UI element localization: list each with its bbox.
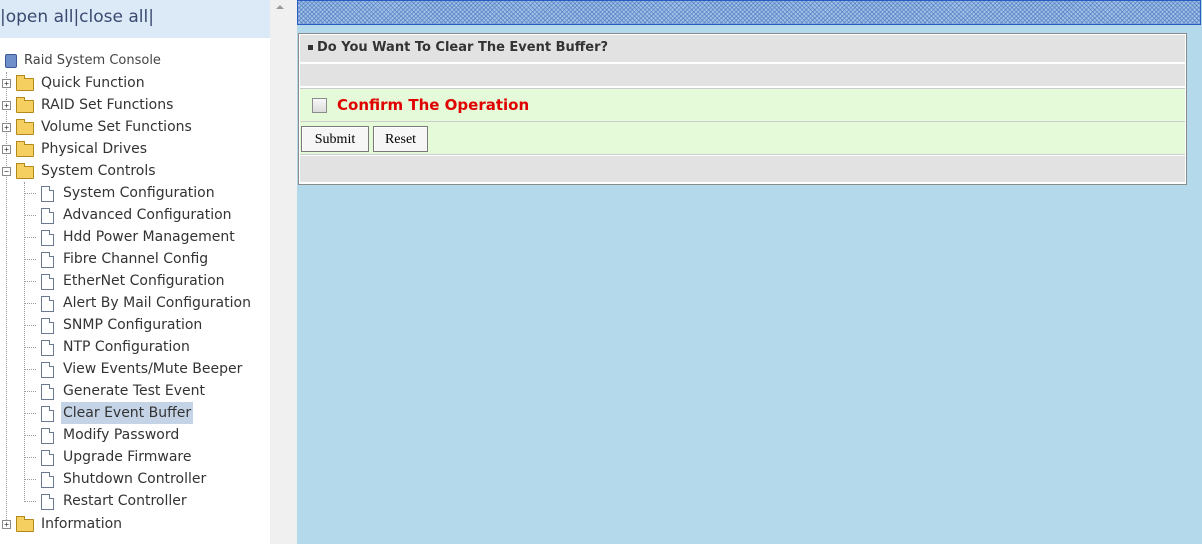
folder-icon (16, 75, 34, 91)
content-header-bar (297, 0, 1201, 25)
tree-item-label[interactable]: Generate Test Event (61, 380, 207, 402)
page-icon (41, 318, 54, 334)
reset-button[interactable]: Reset (373, 126, 428, 152)
confirm-label: Confirm The Operation (337, 96, 530, 114)
button-row: Submit Reset (300, 122, 1185, 155)
content-pane: Do You Want To Clear The Event Buffer? C… (297, 0, 1202, 544)
tree-item-label[interactable]: Volume Set Functions (39, 116, 194, 138)
confirm-checkbox[interactable] (312, 98, 327, 113)
tree-scrollbar[interactable] (270, 0, 297, 544)
page-icon (41, 252, 54, 268)
navigation-tree-pane: |open all|close all| Raid System Console… (0, 0, 270, 544)
page-icon (41, 450, 54, 466)
expand-icon[interactable]: + (2, 79, 11, 88)
page-icon (41, 296, 54, 312)
tree-item-label[interactable]: Alert By Mail Configuration (61, 292, 253, 314)
tree-item-label[interactable]: View Events/Mute Beeper (61, 358, 244, 380)
expand-icon[interactable]: + (2, 101, 11, 110)
page-icon (41, 362, 54, 378)
tree-item-label[interactable]: Advanced Configuration (61, 204, 234, 226)
panel-title: Do You Want To Clear The Event Buffer? (308, 35, 608, 61)
collapse-icon[interactable]: − (2, 167, 11, 176)
spacer-row (300, 64, 1185, 86)
tree-item-label[interactable]: RAID Set Functions (39, 94, 175, 116)
submit-button[interactable]: Submit (301, 126, 369, 152)
tree-item-label[interactable]: System Configuration (61, 182, 217, 204)
tree-item-label[interactable]: Shutdown Controller (61, 468, 208, 490)
tree-item-label[interactable]: Information (39, 513, 124, 535)
page-icon (41, 428, 54, 444)
folder-icon (16, 516, 34, 532)
scroll-up-arrow-icon[interactable] (276, 5, 284, 9)
folder-icon (16, 119, 34, 135)
expand-icon[interactable]: + (2, 123, 11, 132)
page-icon (41, 472, 54, 488)
page-icon (41, 186, 54, 202)
page-icon (41, 274, 54, 290)
page-icon (41, 230, 54, 246)
open-all-link[interactable]: open all (6, 7, 74, 27)
tree-item-label[interactable]: NTP Configuration (61, 336, 192, 358)
tree-item-label[interactable]: Clear Event Buffer (61, 402, 194, 424)
close-all-link[interactable]: close all (79, 7, 148, 27)
page-icon (41, 340, 54, 356)
console-icon (5, 54, 17, 68)
footer-row (300, 156, 1185, 182)
tree-item-label[interactable]: Modify Password (61, 424, 181, 446)
tree-item-label[interactable]: EtherNet Configuration (61, 270, 227, 292)
clear-event-buffer-panel: Do You Want To Clear The Event Buffer? C… (298, 33, 1187, 185)
confirm-row: Confirm The Operation (300, 88, 1185, 122)
tree-item-label[interactable]: Upgrade Firmware (61, 446, 193, 468)
folder-icon (16, 97, 34, 113)
page-icon (41, 494, 54, 510)
folder-icon (16, 141, 34, 157)
tree-item-label[interactable]: Restart Controller (61, 490, 189, 512)
separator: | (148, 7, 154, 27)
open-folder-icon (16, 163, 34, 179)
expand-icon[interactable]: + (2, 145, 11, 154)
page-icon (41, 384, 54, 400)
tree-item-label[interactable]: Physical Drives (39, 138, 149, 160)
tree-item-label[interactable]: Fibre Channel Config (61, 248, 210, 270)
tree-item-label[interactable]: SNMP Configuration (61, 314, 204, 336)
page-icon (41, 208, 54, 224)
tree-item-label[interactable]: Quick Function (39, 72, 147, 94)
title-row: Do You Want To Clear The Event Buffer? (300, 35, 1185, 63)
expand-icon[interactable]: + (2, 520, 11, 529)
tree-item-label[interactable]: System Controls (39, 160, 158, 182)
tree-item-label[interactable]: Hdd Power Management (61, 226, 237, 248)
tree-root-label[interactable]: Raid System Console (22, 50, 163, 72)
tree-toolbar: |open all|close all| (0, 0, 270, 38)
page-icon (41, 406, 54, 422)
